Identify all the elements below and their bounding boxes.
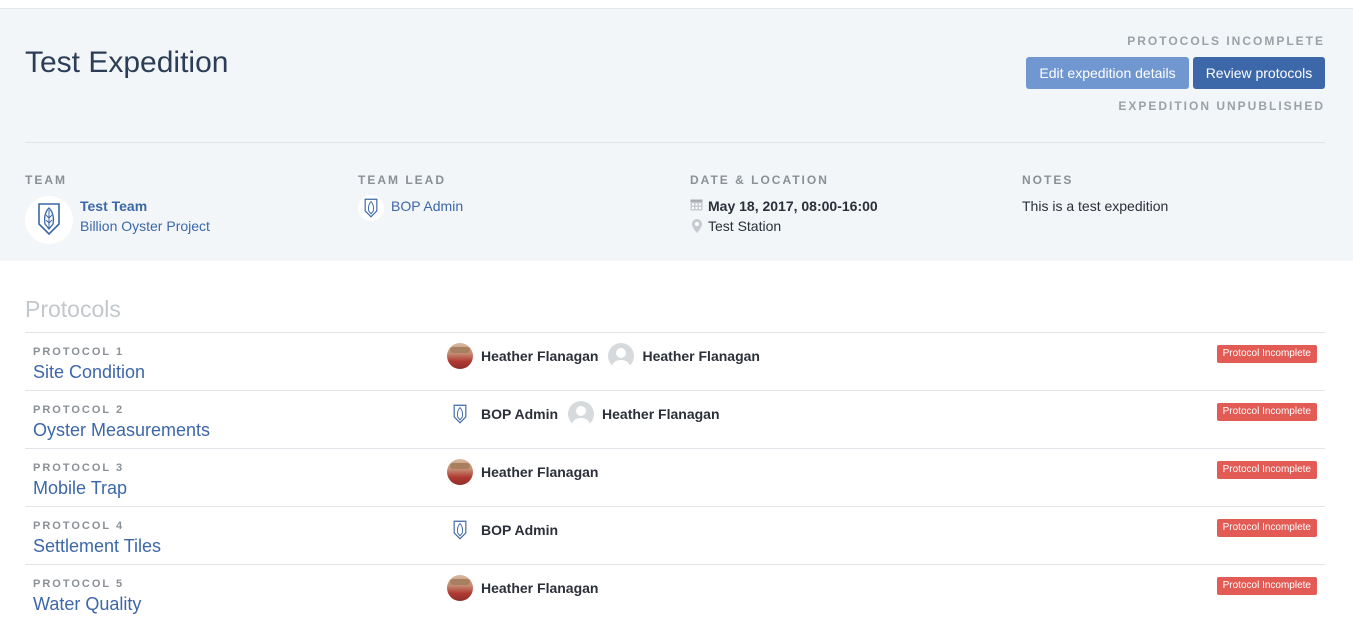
protocol-row: PROTOCOL 5 Water Quality Heather Flanagan P…	[25, 564, 1325, 622]
assigned-user[interactable]: Heather Flanagan	[608, 343, 760, 369]
protocol-status-badge: Protocol Incomplete	[1216, 577, 1317, 595]
assigned-users: Heather Flanagan Heather Flanagan	[447, 343, 770, 369]
oyster-shield-icon	[38, 203, 60, 236]
protocol-status-badge: Protocol Incomplete	[1216, 461, 1317, 479]
team-lead-avatar	[358, 195, 384, 221]
assigned-user[interactable]: Heather Flanagan	[568, 401, 720, 427]
protocol-name-link[interactable]: Settlement Tiles	[33, 536, 161, 557]
user-avatar	[568, 401, 595, 427]
page-title: Test Expedition	[25, 46, 229, 79]
user-name: BOP Admin	[481, 522, 559, 538]
assigned-user[interactable]: Heather Flanagan	[447, 343, 598, 369]
oyster-shield-icon	[364, 198, 378, 218]
user-avatar	[447, 459, 473, 485]
protocol-number: PROTOCOL 1	[33, 346, 125, 358]
protocols-status-label: PROTOCOLS INCOMPLETE	[1127, 34, 1325, 48]
protocol-name-link[interactable]: Water Quality	[33, 594, 141, 615]
calendar-icon	[690, 199, 703, 211]
team-org-link[interactable]: Billion Oyster Project	[80, 218, 210, 234]
assigned-users: Heather Flanagan	[447, 575, 608, 601]
protocol-number: PROTOCOL 4	[33, 520, 125, 532]
assigned-user[interactable]: Heather Flanagan	[447, 459, 598, 485]
expedition-location: Test Station	[708, 218, 782, 234]
user-name: Heather Flanagan	[642, 348, 760, 364]
protocol-row: PROTOCOL 3 Mobile Trap Heather Flanagan Pro…	[25, 448, 1325, 506]
team-lead-label: TEAM LEAD	[358, 173, 446, 187]
team-label: TEAM	[25, 173, 67, 187]
user-avatar	[447, 575, 473, 601]
user-name: Heather Flanagan	[481, 348, 599, 364]
protocols-heading: Protocols	[25, 296, 121, 322]
oyster-shield-icon	[453, 520, 467, 540]
user-avatar	[447, 401, 473, 427]
protocol-name-link[interactable]: Site Condition	[33, 362, 145, 383]
user-avatar	[447, 517, 473, 543]
protocol-number: PROTOCOL 5	[33, 578, 125, 590]
protocol-status-badge: Protocol Incomplete	[1216, 403, 1317, 421]
map-pin-icon	[692, 219, 702, 233]
protocol-number: PROTOCOL 3	[33, 462, 125, 474]
team-logo[interactable]	[25, 196, 73, 244]
assigned-user[interactable]: Heather Flanagan	[447, 575, 598, 601]
protocol-status-badge: Protocol Incomplete	[1216, 519, 1317, 537]
protocol-list: PROTOCOL 1 Site Condition Heather Flanagan…	[25, 332, 1325, 623]
user-name: BOP Admin	[481, 406, 559, 422]
header-divider	[25, 142, 1325, 143]
review-protocols-button[interactable]: Review protocols	[1193, 57, 1325, 89]
protocol-number: PROTOCOL 2	[33, 404, 125, 416]
assigned-user[interactable]: BOP Admin	[447, 401, 558, 427]
protocol-status-badge: Protocol Incomplete	[1216, 345, 1317, 363]
team-name-link[interactable]: Test Team	[80, 198, 147, 214]
list-end	[25, 622, 1325, 623]
edit-expedition-button[interactable]: Edit expedition details	[1026, 57, 1189, 89]
assigned-users: BOP Admin	[447, 517, 568, 543]
assigned-users: BOP Admin Heather Flanagan	[447, 401, 730, 427]
protocol-row: PROTOCOL 2 Oyster Measurements BOP Admin He…	[25, 390, 1325, 448]
date-location-label: DATE & LOCATION	[690, 173, 829, 187]
notes-label: NOTES	[1022, 173, 1074, 187]
protocol-row: PROTOCOL 1 Site Condition Heather Flanagan…	[25, 332, 1325, 390]
publish-status-label: EXPEDITION UNPUBLISHED	[1118, 99, 1325, 113]
expedition-header: Test Expedition PROTOCOLS INCOMPLETE Edi…	[0, 9, 1353, 261]
protocol-name-link[interactable]: Mobile Trap	[33, 478, 127, 499]
protocol-name-link[interactable]: Oyster Measurements	[33, 420, 210, 441]
user-name: Heather Flanagan	[481, 464, 599, 480]
user-avatar	[447, 343, 473, 369]
user-name: Heather Flanagan	[602, 406, 720, 422]
assigned-user[interactable]: BOP Admin	[447, 517, 558, 543]
protocol-row: PROTOCOL 4 Settlement Tiles BOP Admin Proto…	[25, 506, 1325, 564]
team-lead-link[interactable]: BOP Admin	[391, 198, 463, 214]
oyster-shield-icon	[453, 404, 467, 424]
user-name: Heather Flanagan	[481, 580, 599, 596]
expedition-notes: This is a test expedition	[1022, 198, 1169, 214]
expedition-date: May 18, 2017, 08:00-16:00	[708, 198, 878, 214]
user-avatar	[608, 343, 635, 369]
assigned-users: Heather Flanagan	[447, 459, 608, 485]
